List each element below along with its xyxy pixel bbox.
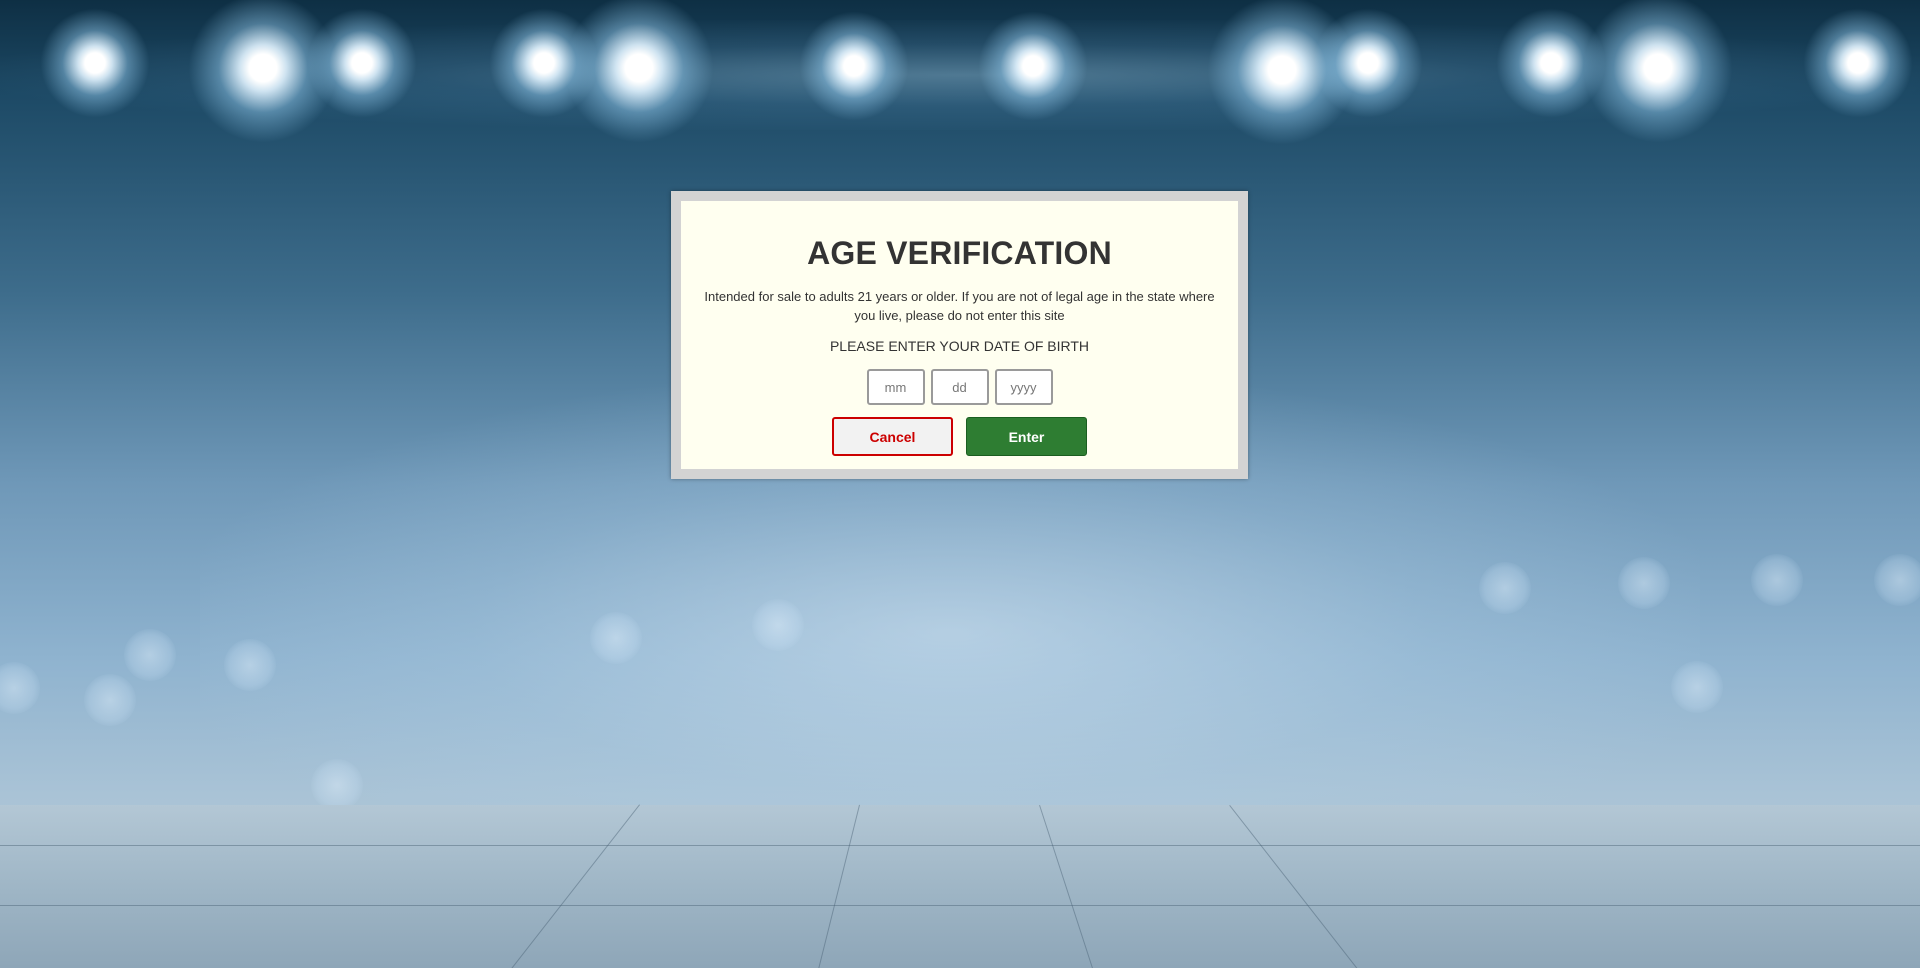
year-input[interactable] <box>994 369 1053 405</box>
dob-prompt: PLEASE ENTER YOUR DATE OF BIRTH <box>829 338 1090 354</box>
age-verification-modal: AGE VERIFICATION Intended for sale to ad… <box>671 191 1248 479</box>
modal-title: AGE VERIFICATION <box>807 235 1112 271</box>
modal-content: AGE VERIFICATION Intended for sale to ad… <box>681 201 1238 469</box>
dob-fields <box>681 369 1238 405</box>
age-gate-overlay: AGE VERIFICATION Intended for sale to ad… <box>0 0 1920 968</box>
modal-actions: Cancel Enter <box>681 417 1238 456</box>
age-disclaimer: Intended for sale to adults 21 years or … <box>704 289 1215 323</box>
cancel-button[interactable]: Cancel <box>832 417 953 456</box>
month-input[interactable] <box>866 369 925 405</box>
enter-button[interactable]: Enter <box>966 417 1087 456</box>
day-input[interactable] <box>930 369 989 405</box>
